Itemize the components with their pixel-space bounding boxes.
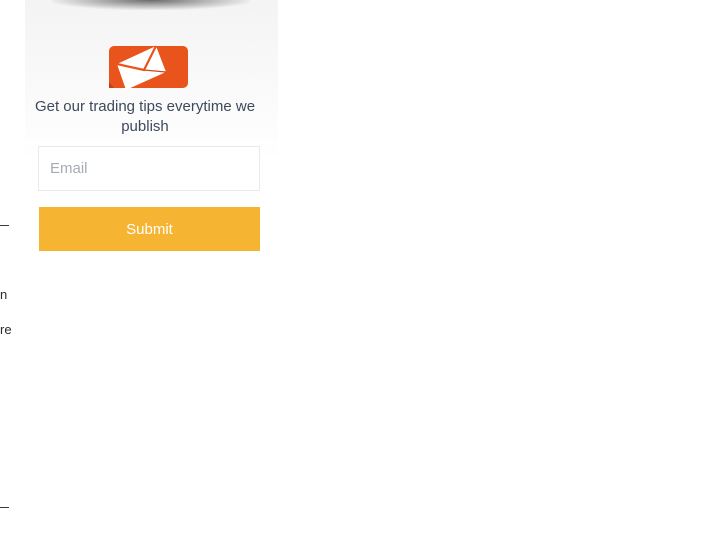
submit-button[interactable]: Submit: [39, 207, 260, 251]
left-text-fragment-1: n: [0, 287, 8, 302]
image-shadow: [52, 0, 250, 10]
email-input[interactable]: [38, 146, 260, 191]
envelope-icon: [109, 45, 188, 90]
left-text-fragment-2: re: [0, 322, 12, 337]
left-divider-bottom: [0, 507, 9, 508]
page: n re Get our trading tips everytime we p…: [0, 0, 727, 555]
left-divider-top: [0, 225, 9, 226]
subscribe-tagline: Get our trading tips everytime we publis…: [34, 98, 256, 135]
